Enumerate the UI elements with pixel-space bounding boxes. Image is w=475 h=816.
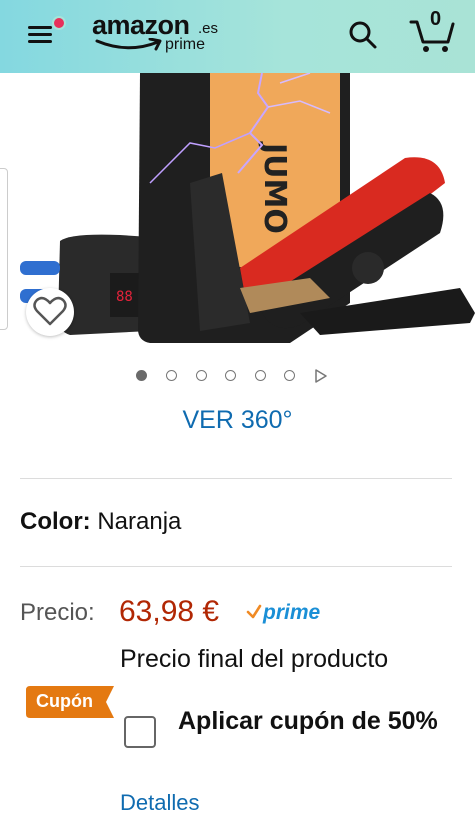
divider xyxy=(20,478,452,479)
menu-button[interactable] xyxy=(26,16,66,48)
svg-text:JUMO: JUMO xyxy=(257,141,292,234)
prime-check-icon xyxy=(246,604,262,619)
color-value: Naranja xyxy=(97,508,182,535)
svg-text:88: 88 xyxy=(116,289,133,305)
final-price-note: Precio final del producto xyxy=(120,645,389,673)
pagination-dot[interactable] xyxy=(136,370,147,381)
prime-label: prime xyxy=(263,601,321,624)
cart-button[interactable]: 0 xyxy=(408,8,456,54)
notification-dot xyxy=(52,16,66,30)
amazon-logo[interactable]: amazon .es prime xyxy=(92,10,232,60)
pagination-dot[interactable] xyxy=(225,370,236,381)
coupon-badge: Cupón xyxy=(26,686,116,718)
pagination-dot[interactable] xyxy=(196,370,207,381)
menu-icon xyxy=(28,26,52,29)
smile-arrow-icon xyxy=(95,38,162,51)
search-button[interactable] xyxy=(346,18,380,52)
video-play-icon[interactable] xyxy=(314,369,328,383)
coupon-badge-label: Cupón xyxy=(36,691,93,711)
pagination-dot[interactable] xyxy=(284,370,295,381)
pagination-dot[interactable] xyxy=(166,370,177,381)
color-label: Color: xyxy=(20,508,91,535)
logo-domain: .es xyxy=(198,20,219,37)
view-360-link[interactable]: VER 360° xyxy=(0,406,475,435)
heart-icon xyxy=(33,296,67,326)
price-value: 63,98 € xyxy=(119,595,220,628)
coupon-details-link[interactable]: Detalles xyxy=(120,790,199,816)
divider xyxy=(20,566,452,567)
previous-image-tab[interactable] xyxy=(0,168,8,330)
logo-prime: prime xyxy=(165,36,206,53)
wishlist-button[interactable] xyxy=(26,288,74,336)
menu-icon-bar xyxy=(28,33,52,36)
cart-count: 0 xyxy=(430,8,442,30)
price-label: Precio: xyxy=(20,599,95,626)
color-selection: Color: Naranja xyxy=(20,508,181,536)
menu-icon-bar xyxy=(28,40,52,43)
search-icon xyxy=(349,21,377,49)
coupon-checkbox[interactable] xyxy=(124,716,156,748)
pagination-dot[interactable] xyxy=(255,370,266,381)
coupon-apply-text[interactable]: Aplicar cupón de 50% xyxy=(178,700,448,742)
prime-badge: prime xyxy=(246,601,336,627)
top-bar: amazon .es prime 0 xyxy=(0,0,475,73)
